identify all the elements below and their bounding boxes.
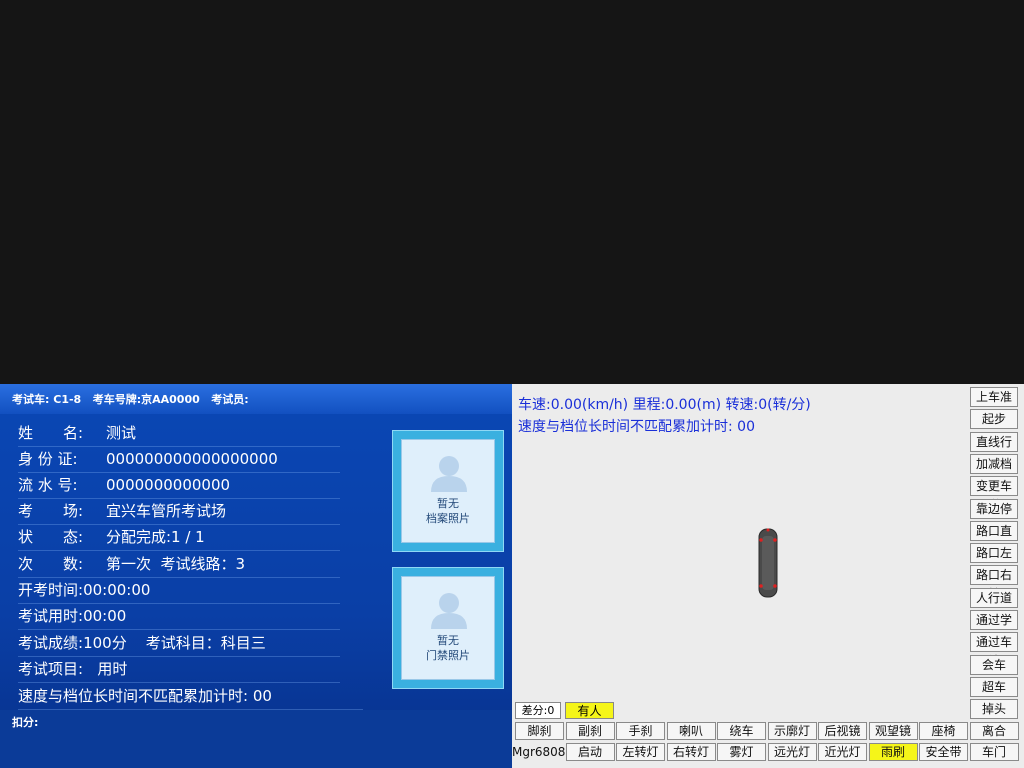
signal-button[interactable]: 车门: [969, 743, 1019, 761]
score-value: 100分 考试科目：科目三: [83, 634, 266, 652]
person-placeholder-icon: [431, 593, 467, 629]
signal-button[interactable]: 离合: [969, 722, 1019, 740]
start-time-row: 开考时间:00:00:00: [18, 578, 340, 604]
exam-item-button[interactable]: 会车: [970, 654, 1018, 675]
exam-item-button[interactable]: 路口左转: [970, 543, 1018, 579]
score-row: 考试成绩:100分 考试科目：科目三: [18, 631, 340, 657]
screen: 考试车: C1-8 考车号牌: 京AA0000 考试员: 姓 名: 测试 身 份 证…: [0, 0, 1024, 768]
signal-button[interactable]: 手刹: [616, 722, 665, 740]
gate-photo-line2: 门禁照片: [426, 649, 470, 662]
archive-photo: 暂无 档案照片: [401, 439, 495, 543]
plate-value: 京AA0000: [141, 393, 200, 406]
exam-item-button[interactable]: 上车准备: [970, 387, 1018, 423]
signal-button[interactable]: 启动: [565, 743, 615, 761]
exam-info-panel: 考试车: C1-8 考车号牌: 京AA0000 考试员: 姓 名: 测试 身 份 证…: [0, 384, 512, 768]
exam-item-button[interactable]: 加减档: [970, 453, 1018, 474]
exam-item-button[interactable]: 通过车站: [970, 632, 1018, 668]
mismatch-label: 速度与档位长时间不匹配累加计时:: [18, 687, 249, 705]
person-indicator: 有人: [565, 702, 614, 719]
exam-item-button[interactable]: 靠边停车: [970, 498, 1018, 535]
signal-button[interactable]: 右转灯: [666, 743, 716, 761]
exam-item-button[interactable]: 掉头: [970, 699, 1018, 720]
signal-button[interactable]: 观望镜: [868, 722, 918, 740]
car-label: 考试车:: [12, 393, 50, 406]
times-label: 次 数:: [18, 555, 84, 573]
id-value: 000000000000000000: [106, 450, 278, 468]
venue-label: 考 场:: [18, 502, 84, 520]
signal-button[interactable]: 雾灯: [717, 743, 766, 761]
used-time-value: 00:00: [83, 607, 127, 625]
signal-button[interactable]: 左转灯: [616, 743, 665, 761]
archive-photo-line2: 档案照片: [426, 512, 470, 525]
exam-item-button[interactable]: 人行道: [970, 587, 1018, 608]
signal-button[interactable]: 近光灯: [818, 743, 867, 761]
start-time-value: 00:00:00: [83, 581, 151, 599]
signal-button[interactable]: 脚刹: [515, 722, 564, 740]
serial-value: 0000000000000: [106, 476, 231, 494]
serial-label: 流 水 号:: [18, 476, 78, 494]
venue-value: 宜兴车管所考试场: [106, 502, 227, 520]
signal-button[interactable]: 副刹: [565, 722, 615, 740]
mismatch-status-line: 速度与档位长时间不匹配累加计时: 00: [518, 419, 755, 435]
exam-item-value: 用时: [97, 660, 128, 678]
exam-item-button[interactable]: 超车: [970, 676, 1018, 697]
exam-header: 考试车: C1-8 考车号牌: 京AA0000 考试员:: [0, 384, 512, 414]
person-placeholder-icon: [431, 456, 467, 492]
signal-button[interactable]: 雨刷: [868, 743, 918, 761]
examiner-label: 考试员:: [211, 393, 249, 406]
speed-status-line: 车速:0.00(km/h) 里程:0.00(m) 转速:0(转/分): [518, 397, 811, 413]
score-label: 考试成绩:: [18, 634, 84, 652]
name-row: 姓 名: 测试: [18, 421, 340, 447]
diff-indicator: 差分:0: [515, 702, 561, 719]
mismatch-value: 00: [252, 687, 272, 705]
exam-item-button[interactable]: 路口直行: [970, 520, 1018, 557]
used-time-label: 考试用时:: [18, 607, 84, 625]
state-value: 分配完成:1 / 1: [106, 528, 205, 546]
exam-item-label: 考试项目:: [18, 660, 84, 678]
id-label: 身 份 证:: [18, 450, 78, 468]
car-top-view-icon: [758, 528, 778, 598]
id-row: 身 份 证: 000000000000000000: [18, 447, 340, 473]
exam-item-button[interactable]: 起步: [970, 409, 1018, 430]
signal-button[interactable]: 座椅: [919, 722, 968, 740]
archive-photo-frame: 暂无 档案照片: [392, 430, 504, 552]
signal-button[interactable]: 远光灯: [767, 743, 817, 761]
exam-item-button[interactable]: 直线行驶: [970, 431, 1018, 468]
state-row: 状 态: 分配完成:1 / 1: [18, 525, 340, 551]
name-label: 姓 名:: [18, 424, 84, 442]
gate-photo-frame: 暂无 门禁照片: [392, 567, 504, 689]
mismatch-row: 速度与档位长时间不匹配累加计时: 00: [18, 684, 363, 710]
deduct-label: 扣分:: [12, 716, 39, 729]
serial-row: 流 水 号: 0000000000000: [18, 473, 340, 499]
times-value: 第一次 考试线路：3: [106, 555, 246, 573]
plate-label: 考车号牌:: [92, 393, 142, 406]
exam-item-row: 考试项目: 用时: [18, 657, 340, 683]
car-value: C1-8: [53, 392, 82, 406]
exam-item-button[interactable]: 路口右转: [970, 565, 1018, 601]
signal-button[interactable]: 安全带: [919, 743, 968, 761]
archive-photo-text: 暂无 档案照片: [402, 496, 494, 526]
gate-photo: 暂无 门禁照片: [401, 576, 495, 680]
start-time-label: 开考时间:: [18, 581, 84, 599]
signal-button[interactable]: 示廓灯: [767, 722, 817, 740]
exam-item-button[interactable]: 变更车道: [970, 476, 1018, 512]
times-row: 次 数: 第一次 考试线路：3: [18, 552, 340, 578]
gate-photo-text: 暂无 门禁照片: [402, 633, 494, 663]
state-label: 状 态:: [18, 528, 84, 546]
archive-photo-line1: 暂无: [437, 497, 459, 510]
exam-item-button[interactable]: 通过学校: [970, 610, 1018, 646]
venue-row: 考 场: 宜兴车管所考试场: [18, 499, 340, 525]
signal-button[interactable]: 后视镜: [818, 722, 867, 740]
signal-button[interactable]: 喇叭: [666, 722, 716, 740]
gate-photo-line1: 暂无: [437, 634, 459, 647]
name-value: 测试: [106, 424, 137, 442]
deduct-area: 扣分:: [0, 710, 512, 768]
used-time-row: 考试用时:00:00: [18, 604, 340, 630]
vehicle-monitor-panel: 车速:0.00(km/h) 里程:0.00(m) 转速:0(转/分) 速度与档位…: [512, 384, 1024, 768]
signal-button[interactable]: 绕车: [717, 722, 766, 740]
mgr-status: Mgr6808::D: [512, 745, 565, 759]
